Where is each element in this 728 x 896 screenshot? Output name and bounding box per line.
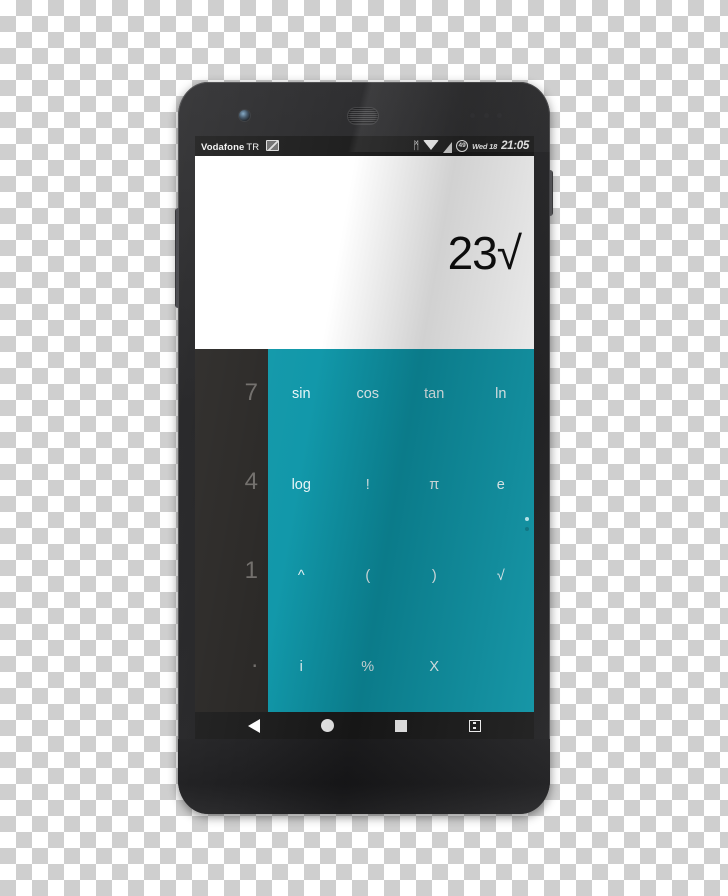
pager-dots[interactable] xyxy=(525,517,529,531)
key-empty xyxy=(468,621,535,712)
status-clock: 21:05 xyxy=(501,140,529,152)
numeric-keypad-column: 7 4 1 . xyxy=(195,349,268,712)
function-row-3: ^ ( ) √ xyxy=(268,531,534,622)
status-bar: Vodafone TR ᛗ 49 Wed 18 21:05 xyxy=(195,136,534,156)
key-sin[interactable]: sin xyxy=(268,349,335,440)
wifi-icon xyxy=(423,140,440,150)
menu-square-icon xyxy=(469,719,482,732)
key-factorial[interactable]: ! xyxy=(335,440,402,531)
nav-back-button[interactable] xyxy=(237,712,271,739)
key-4[interactable]: 4 xyxy=(195,438,268,527)
cellular-signal-icon xyxy=(443,141,453,153)
nav-home-button[interactable] xyxy=(311,712,345,739)
pager-dot-active[interactable] xyxy=(525,517,529,521)
key-decimal-point[interactable]: . xyxy=(195,615,268,712)
key-tan[interactable]: tan xyxy=(401,349,468,440)
calculator-display[interactable]: 23√ xyxy=(195,156,534,349)
function-keypad-panel: sin cos tan ln log ! π e ^ ( ) √ i % X xyxy=(268,349,534,712)
screenshot-icon xyxy=(266,139,279,151)
key-7[interactable]: 7 xyxy=(195,349,268,438)
nav-extra-button[interactable] xyxy=(458,712,492,739)
bluetooth-icon: ᛗ xyxy=(413,139,419,152)
bottom-bezel xyxy=(178,739,550,814)
front-camera-icon xyxy=(239,110,250,121)
key-ln[interactable]: ln xyxy=(468,349,535,440)
key-close-paren[interactable]: ) xyxy=(401,531,468,622)
battery-circle-icon: 49 xyxy=(456,140,469,152)
back-triangle-icon xyxy=(247,718,260,733)
carrier-region: TR xyxy=(246,141,260,153)
key-sqrt[interactable]: √ xyxy=(468,531,535,622)
calculator-keypad: 7 4 1 . sin cos tan ln log ! π e ^ () √… xyxy=(195,349,534,712)
volume-rocker-button[interactable] xyxy=(175,208,179,308)
key-1[interactable]: 1 xyxy=(195,527,268,616)
power-button[interactable] xyxy=(549,170,553,216)
screenshot-canvas: Vodafone TR ᛗ 49 Wed 18 21:05 23√ 7 4 1 … xyxy=(0,0,728,896)
key-log[interactable]: log xyxy=(268,440,335,531)
nav-recents-button[interactable] xyxy=(384,712,418,739)
status-date: Wed 18 xyxy=(472,141,498,151)
earpiece-speaker-icon xyxy=(348,108,378,124)
carrier-name: Vodafone xyxy=(201,141,245,153)
phone-device-frame: Vodafone TR ᛗ 49 Wed 18 21:05 23√ 7 4 1 … xyxy=(175,82,553,814)
key-cos[interactable]: cos xyxy=(335,349,402,440)
key-pi[interactable]: π xyxy=(401,440,468,531)
key-percent[interactable]: % xyxy=(335,621,402,712)
proximity-sensor-icon xyxy=(470,113,504,118)
system-navigation-bar xyxy=(195,712,534,739)
status-bar-icons: ᛗ 49 Wed 18 21:05 xyxy=(413,139,529,153)
function-row-4: i % X xyxy=(268,621,534,712)
pager-dot-inactive[interactable] xyxy=(525,527,529,531)
key-power[interactable]: ^ xyxy=(268,531,335,622)
recents-square-icon xyxy=(395,719,408,732)
key-open-paren[interactable]: ( xyxy=(335,531,402,622)
phone-screen: Vodafone TR ᛗ 49 Wed 18 21:05 23√ 7 4 1 … xyxy=(195,136,534,739)
key-multiply[interactable]: X xyxy=(401,621,468,712)
function-row-2: log ! π e xyxy=(268,440,534,531)
home-circle-icon xyxy=(321,719,335,732)
carrier-label: Vodafone TR xyxy=(201,139,279,153)
expression-text: 23√ xyxy=(447,226,522,279)
function-row-1: sin cos tan ln xyxy=(268,349,534,440)
key-imaginary[interactable]: i xyxy=(268,621,335,712)
